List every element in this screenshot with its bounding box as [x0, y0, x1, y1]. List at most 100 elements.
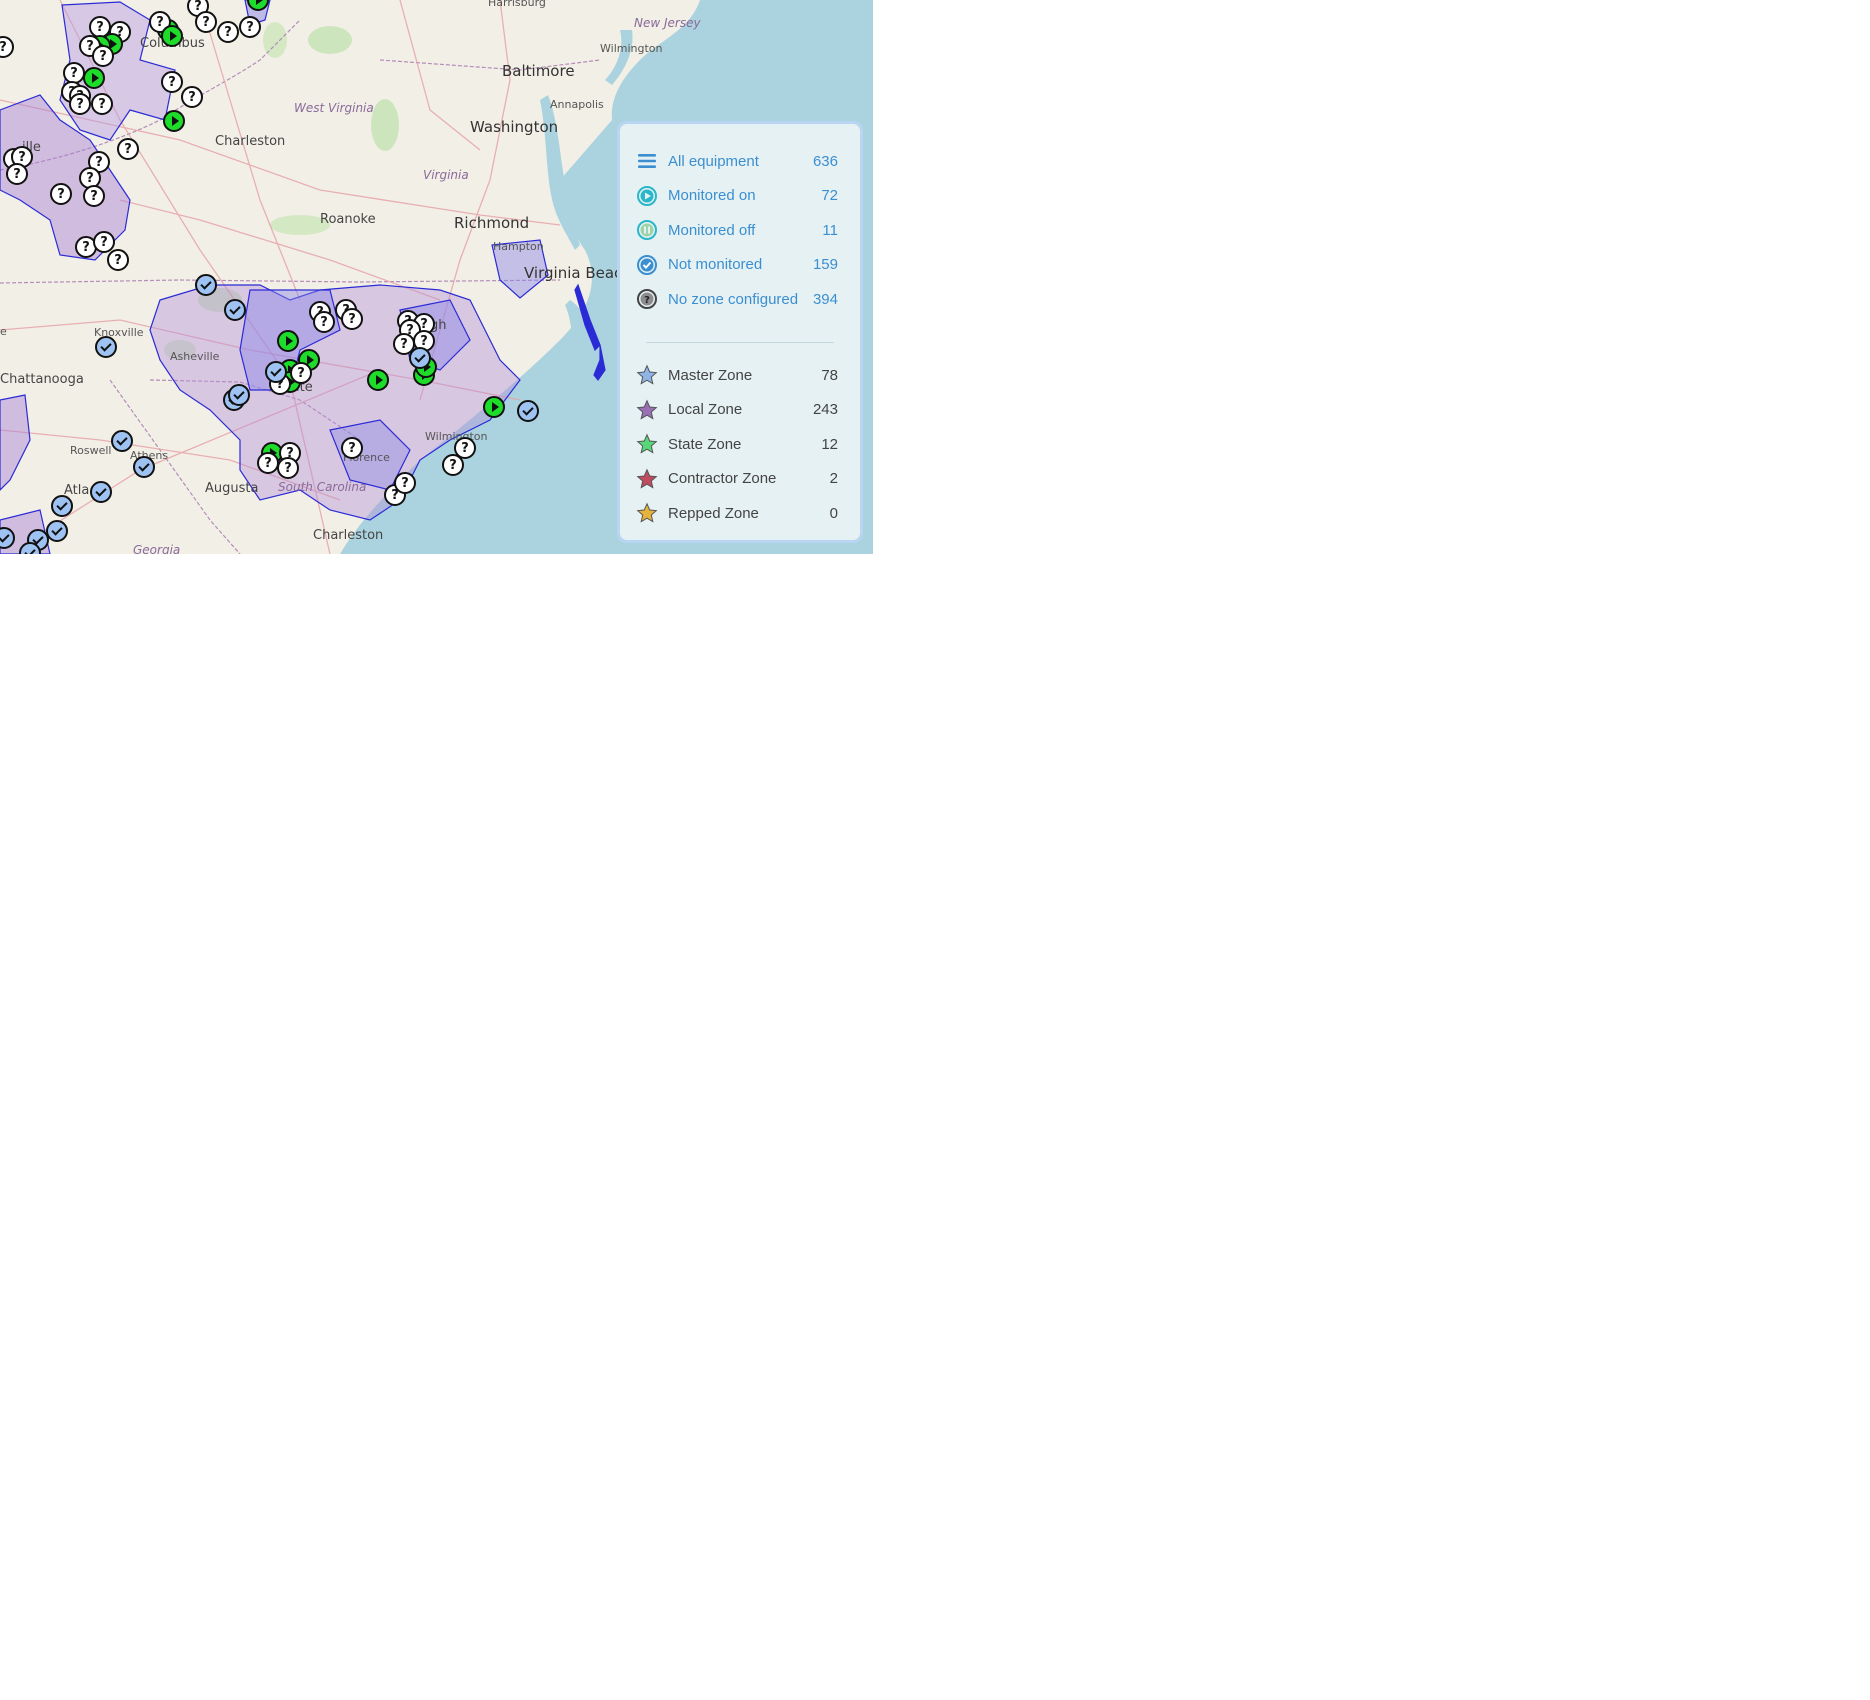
monitored-on-marker[interactable]	[161, 25, 183, 47]
no-zone-marker[interactable]	[290, 362, 312, 384]
legend-count: 2	[829, 470, 838, 487]
park	[308, 26, 352, 54]
not-monitored-marker[interactable]	[51, 495, 73, 517]
not-monitored-marker[interactable]	[111, 430, 133, 452]
star-icon	[636, 433, 658, 455]
no-zone-marker[interactable]	[257, 452, 279, 474]
legend-row-monitored-on[interactable]: Monitored on 72	[636, 182, 838, 210]
not-monitored-marker[interactable]	[228, 384, 250, 406]
no-zone-marker[interactable]	[341, 308, 363, 330]
pause-circle-icon	[636, 219, 658, 241]
no-zone-marker[interactable]	[217, 21, 239, 43]
place-label: Roswell	[70, 444, 112, 457]
star-icon	[636, 364, 658, 386]
play-circle-icon	[636, 185, 658, 207]
monitored-on-marker[interactable]	[163, 110, 185, 132]
star-icon	[636, 399, 658, 421]
place-label: Wilmington	[600, 42, 663, 55]
legend-row-repped-zone[interactable]: Repped Zone 0	[636, 499, 838, 527]
place-label: Washington	[470, 118, 559, 136]
list-icon	[636, 150, 658, 172]
star-icon	[636, 468, 658, 490]
equipment-legend-panel: All equipment 636 Monitored on 72 Monitored …	[617, 121, 863, 543]
legend-row-all-equipment[interactable]: All equipment 636	[636, 147, 838, 175]
place-label: Hampton	[493, 240, 544, 253]
legend-label: State Zone	[668, 435, 742, 453]
monitored-on-marker[interactable]	[277, 330, 299, 352]
place-label: Charleston	[313, 528, 384, 543]
svg-text:?: ?	[644, 295, 650, 306]
legend-count: 636	[812, 152, 838, 170]
legend-label: Contractor Zone	[668, 470, 777, 487]
legend-row-monitored-off[interactable]: Monitored off 11	[636, 216, 838, 244]
not-monitored-marker[interactable]	[195, 274, 217, 296]
no-zone-marker[interactable]	[107, 249, 129, 271]
no-zone-marker[interactable]	[277, 457, 299, 479]
legend-row-master-zone[interactable]: Master Zone 78	[636, 361, 838, 389]
no-zone-marker[interactable]	[50, 183, 72, 205]
legend-row-no-zone-configured[interactable]: ? No zone configured 394	[636, 285, 838, 313]
legend-label: Repped Zone	[668, 504, 759, 522]
not-monitored-marker[interactable]	[46, 520, 68, 542]
legend-row-contractor-zone[interactable]: Contractor Zone 2	[636, 465, 838, 493]
no-zone-marker[interactable]	[6, 163, 28, 185]
monitored-on-marker[interactable]	[483, 396, 505, 418]
not-monitored-marker[interactable]	[224, 299, 246, 321]
legend-divider	[646, 342, 834, 343]
place-label: Virginia	[423, 168, 469, 182]
legend-row-not-monitored[interactable]: Not monitored 159	[636, 251, 838, 279]
place-label: Augusta	[205, 481, 259, 496]
no-zone-marker[interactable]	[92, 45, 114, 67]
not-monitored-marker[interactable]	[517, 400, 539, 422]
place-label: Chattanooga	[0, 372, 84, 387]
place-label: South Carolina	[278, 480, 367, 494]
place-label: Richmond	[454, 214, 530, 232]
no-zone-marker[interactable]	[83, 185, 105, 207]
legend-label: Master Zone	[668, 366, 753, 384]
legend-row-state-zone[interactable]: State Zone 12	[636, 430, 838, 458]
no-zone-marker[interactable]	[195, 11, 217, 33]
question-circle-icon: ?	[636, 288, 658, 310]
legend-row-local-zone[interactable]: Local Zone 243	[636, 396, 838, 424]
not-monitored-marker[interactable]	[90, 481, 112, 503]
place-label: Virginia Beach	[524, 264, 632, 282]
not-monitored-marker[interactable]	[265, 361, 287, 383]
place-label: Baltimore	[502, 62, 575, 80]
no-zone-marker[interactable]	[239, 16, 261, 38]
no-zone-marker[interactable]	[117, 138, 139, 160]
legend-label: No zone configured	[668, 290, 799, 308]
legend-count: 78	[821, 366, 838, 384]
place-label: New Jersey	[634, 16, 701, 30]
legend-count: 394	[812, 290, 838, 308]
place-label: Charleston	[215, 134, 286, 149]
star-icon	[636, 502, 658, 524]
legend-label: Monitored on	[668, 187, 756, 204]
place-label: Harrisburg	[488, 0, 546, 9]
legend-label: Local Zone	[668, 401, 743, 418]
park	[371, 99, 399, 151]
not-monitored-marker[interactable]	[133, 456, 155, 478]
legend-label: Not monitored	[668, 256, 763, 273]
check-circle-icon	[636, 254, 658, 276]
no-zone-marker[interactable]	[69, 93, 91, 115]
no-zone-marker[interactable]	[313, 311, 335, 333]
no-zone-marker[interactable]	[442, 454, 464, 476]
no-zone-marker[interactable]	[181, 86, 203, 108]
legend-count: 12	[821, 435, 838, 453]
not-monitored-marker[interactable]	[409, 347, 431, 369]
legend-label: All equipment	[668, 152, 759, 170]
no-zone-marker[interactable]	[91, 93, 113, 115]
state-border	[0, 279, 561, 284]
not-monitored-marker[interactable]	[95, 336, 117, 358]
no-zone-marker[interactable]	[341, 437, 363, 459]
place-label: Roanoke	[320, 212, 376, 227]
monitored-on-marker[interactable]	[367, 369, 389, 391]
no-zone-marker[interactable]	[394, 472, 416, 494]
legend-label: Monitored off	[668, 221, 756, 239]
legend-count: 243	[812, 401, 838, 418]
place-label: West Virginia	[294, 101, 374, 115]
no-zone-marker[interactable]	[161, 71, 183, 93]
place-label: Annapolis	[550, 98, 604, 111]
monitored-on-marker[interactable]	[83, 67, 105, 89]
place-label: Georgia	[133, 543, 181, 554]
